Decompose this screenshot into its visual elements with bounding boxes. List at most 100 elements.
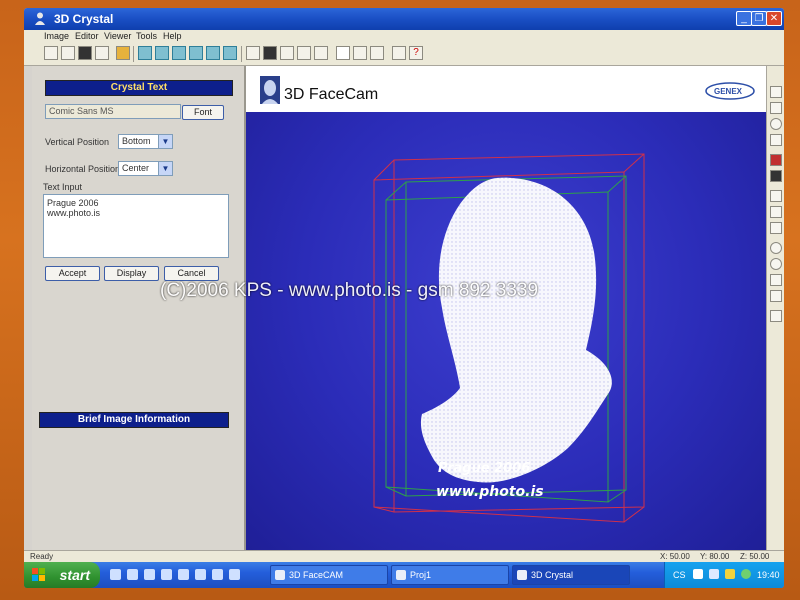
vertical-position-select[interactable]: Bottom ▼ bbox=[118, 134, 173, 149]
help-tray-icon[interactable] bbox=[693, 569, 703, 579]
clock[interactable]: 19:40 bbox=[757, 570, 780, 580]
help-icon[interactable]: ? bbox=[409, 46, 423, 60]
status-z: Z: 50.00 bbox=[740, 552, 770, 561]
text-input-area[interactable] bbox=[43, 194, 229, 258]
face-scan-render: Prague 2006 www.photo.is bbox=[373, 153, 645, 523]
menu-bar: Image Editor Viewer Tools Help bbox=[24, 30, 784, 43]
close-file-icon[interactable] bbox=[95, 46, 109, 60]
reset-icon[interactable] bbox=[770, 310, 782, 322]
grid-icon[interactable] bbox=[353, 46, 367, 60]
rect-icon[interactable] bbox=[770, 102, 782, 114]
checker-icon[interactable] bbox=[770, 190, 782, 202]
language-indicator[interactable]: CS bbox=[673, 570, 686, 580]
face-icon[interactable] bbox=[246, 46, 260, 60]
save-icon[interactable] bbox=[78, 46, 92, 60]
view-front-icon[interactable] bbox=[138, 46, 152, 60]
task-icon bbox=[396, 570, 406, 580]
font-button[interactable]: Font bbox=[182, 105, 224, 120]
task-proj1[interactable]: Proj1 bbox=[391, 565, 509, 585]
quicklaunch-user-icon[interactable] bbox=[195, 569, 206, 580]
horizontal-position-label: Horizontal Position bbox=[45, 164, 121, 174]
view-top-icon[interactable] bbox=[206, 46, 220, 60]
view-right-icon[interactable] bbox=[189, 46, 203, 60]
app-icon bbox=[35, 12, 45, 25]
start-label: start bbox=[59, 567, 90, 583]
task-icon bbox=[517, 570, 527, 580]
quicklaunch-user2-icon[interactable] bbox=[212, 569, 223, 580]
brand-title: 3D FaceCam bbox=[284, 86, 379, 103]
render-canvas[interactable]: Prague 2006 www.photo.is bbox=[246, 112, 766, 550]
accept-button[interactable]: Accept bbox=[45, 266, 100, 281]
rotate-icon[interactable] bbox=[770, 242, 782, 254]
layout-icon[interactable] bbox=[280, 46, 294, 60]
system-tray: CS 19:40 bbox=[664, 562, 784, 588]
vertical-position-value: Bottom bbox=[122, 136, 151, 146]
task-icon bbox=[275, 570, 285, 580]
cancel-button[interactable]: Cancel bbox=[164, 266, 219, 281]
quicklaunch-app-icon[interactable] bbox=[178, 569, 189, 580]
quicklaunch-ie-icon[interactable] bbox=[110, 569, 121, 580]
shield-icon[interactable] bbox=[741, 569, 751, 579]
crop-icon[interactable] bbox=[770, 134, 782, 146]
open-recent-icon[interactable] bbox=[61, 46, 75, 60]
contrast-icon[interactable] bbox=[370, 46, 384, 60]
arrow-icon[interactable] bbox=[770, 86, 782, 98]
3d-viewport[interactable]: 3D FaceCam GENEX Prague 2006 www.photo.i… bbox=[246, 66, 766, 550]
viewport-header: 3D FaceCam GENEX bbox=[246, 66, 766, 112]
vertical-position-label: Vertical Position bbox=[45, 137, 110, 147]
scissors-icon[interactable] bbox=[770, 222, 782, 234]
crystal-text-panel: Crystal Text Comic Sans MS Font Vertical… bbox=[32, 66, 246, 550]
menu-tools[interactable]: Tools bbox=[136, 31, 157, 41]
chevron-down-icon[interactable]: ▼ bbox=[158, 162, 172, 175]
zoom-icon[interactable] bbox=[770, 258, 782, 270]
menu-help[interactable]: Help bbox=[163, 31, 182, 41]
view-bottom-icon[interactable] bbox=[223, 46, 237, 60]
view-back-icon[interactable] bbox=[155, 46, 169, 60]
chevron-down-icon[interactable]: ▼ bbox=[158, 135, 172, 148]
menu-viewer[interactable]: Viewer bbox=[104, 31, 131, 41]
face-point-cloud bbox=[420, 177, 612, 483]
view-left-icon[interactable] bbox=[172, 46, 186, 60]
circle-icon[interactable] bbox=[770, 118, 782, 130]
minimize-button[interactable]: _ bbox=[736, 11, 752, 26]
taskbar: start 3D FaceCAM Proj1 3D Crystal CS 19:… bbox=[24, 562, 784, 588]
quicklaunch-desktop-icon[interactable] bbox=[144, 569, 155, 580]
status-y: Y: 80.00 bbox=[700, 552, 730, 561]
blank-icon[interactable] bbox=[336, 46, 350, 60]
checker-alt-icon[interactable] bbox=[770, 206, 782, 218]
close-button[interactable]: ✕ bbox=[766, 11, 782, 26]
warning-icon[interactable] bbox=[725, 569, 735, 579]
task-label: 3D FaceCAM bbox=[289, 570, 344, 580]
font-name-field: Comic Sans MS bbox=[45, 104, 181, 119]
brush-icon[interactable] bbox=[770, 154, 782, 166]
cube-wire-icon[interactable] bbox=[314, 46, 328, 60]
menu-image[interactable]: Image bbox=[44, 31, 69, 41]
cube-icon[interactable] bbox=[297, 46, 311, 60]
network-icon[interactable] bbox=[709, 569, 719, 579]
pause-icon[interactable] bbox=[392, 46, 406, 60]
window-title: 3D Crystal bbox=[54, 12, 114, 26]
toolbar: ? bbox=[24, 43, 784, 66]
crystal-text-line-2: www.photo.is bbox=[436, 484, 544, 500]
dropper-icon[interactable] bbox=[770, 170, 782, 182]
menu-editor[interactable]: Editor bbox=[75, 31, 99, 41]
maximize-button[interactable]: ❐ bbox=[751, 11, 767, 26]
face-logo-icon bbox=[260, 76, 280, 104]
task-3d-crystal[interactable]: 3D Crystal bbox=[512, 565, 630, 585]
display-button[interactable]: Display bbox=[104, 266, 159, 281]
wizard-icon[interactable] bbox=[116, 46, 130, 60]
status-x: X: 50.00 bbox=[660, 552, 690, 561]
quicklaunch-more-icon[interactable] bbox=[229, 569, 240, 580]
horizontal-position-select[interactable]: Center ▼ bbox=[118, 161, 173, 176]
text-tool-icon[interactable] bbox=[263, 46, 277, 60]
shade-icon[interactable] bbox=[770, 290, 782, 302]
start-button[interactable]: start bbox=[24, 562, 100, 588]
light-icon[interactable] bbox=[770, 274, 782, 286]
status-ready: Ready bbox=[30, 552, 54, 561]
title-bar[interactable]: 3D Crystal _ ❐ ✕ bbox=[24, 8, 784, 30]
quicklaunch-media-icon[interactable] bbox=[161, 569, 172, 580]
quicklaunch-folder-icon[interactable] bbox=[127, 569, 138, 580]
open-icon[interactable] bbox=[44, 46, 58, 60]
screen: 3D Crystal _ ❐ ✕ Image Editor Viewer Too… bbox=[24, 8, 784, 588]
task-3d-facecam[interactable]: 3D FaceCAM bbox=[270, 565, 388, 585]
